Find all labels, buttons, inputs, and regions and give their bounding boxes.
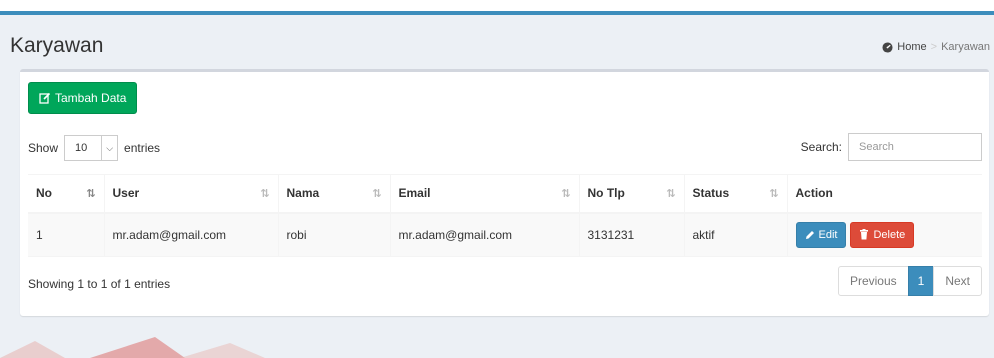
column-header-no[interactable]: No ⇅ <box>28 174 105 214</box>
pagination: Previous 1 Next <box>837 266 982 296</box>
column-label: No Tlp <box>587 186 625 201</box>
table-row: 1 mr.adam@gmail.com robi mr.adam@gmail.c… <box>28 212 982 257</box>
sort-icon: ⇅ <box>561 188 571 200</box>
add-data-button[interactable]: Tambah Data <box>28 82 138 114</box>
content-box: Tambah Data Show 10 ⌵ entries Search: Se… <box>20 69 989 316</box>
table-header-row: No ⇅ User ⇅ Nama ⇅ Email ⇅ No Tlp ⇅ Stat… <box>28 174 982 214</box>
cell-action: Edit Delete <box>787 212 982 257</box>
column-header-action: Action <box>787 174 982 214</box>
pencil-icon <box>805 231 814 239</box>
pagination-page[interactable]: 1 <box>907 266 935 296</box>
cell-email: mr.adam@gmail.com <box>390 212 580 257</box>
column-label: Status <box>692 186 730 201</box>
breadcrumb: Home > Karyawan <box>882 41 990 53</box>
entries-select[interactable]: 10 ⌵ <box>64 135 119 161</box>
column-label: No <box>36 186 52 201</box>
breadcrumb-separator: > <box>930 41 938 53</box>
column-label: Nama <box>286 186 320 201</box>
column-label: Action <box>795 186 833 201</box>
edit-icon <box>39 92 51 104</box>
pagination-previous[interactable]: Previous <box>837 266 909 296</box>
delete-button[interactable]: Delete <box>850 221 915 248</box>
breadcrumb-current: Karyawan <box>941 41 990 53</box>
dashboard-icon <box>882 41 893 53</box>
delete-label: Delete <box>873 228 906 241</box>
karyawan-table: No ⇅ User ⇅ Nama ⇅ Email ⇅ No Tlp ⇅ Stat… <box>28 174 982 257</box>
cell-nama: robi <box>278 212 391 257</box>
show-label: Show <box>28 141 59 155</box>
column-header-nama[interactable]: Nama ⇅ <box>278 174 391 214</box>
page-title: Karyawan <box>10 34 104 57</box>
entries-select-value: 10 <box>75 142 88 154</box>
sort-asc-icon: ⇅ <box>86 188 96 200</box>
watermark-decoration <box>0 337 265 358</box>
search-label: Search: <box>800 140 842 154</box>
cell-user: mr.adam@gmail.com <box>104 212 279 257</box>
breadcrumb-home[interactable]: Home <box>882 41 927 53</box>
cell-no: 1 <box>28 212 105 257</box>
column-header-status[interactable]: Status ⇅ <box>684 174 788 214</box>
sort-icon: ⇅ <box>260 188 270 200</box>
sort-icon: ⇅ <box>372 188 382 200</box>
edit-label: Edit <box>818 229 838 241</box>
trash-icon <box>860 229 869 240</box>
cell-status: aktif <box>684 212 788 257</box>
sort-icon: ⇅ <box>666 188 676 200</box>
chevron-down-icon: ⌵ <box>101 136 113 160</box>
entries-length-control: Show 10 ⌵ entries <box>28 135 160 161</box>
add-data-label: Tambah Data <box>55 91 127 105</box>
entries-label: entries <box>124 141 161 155</box>
column-header-email[interactable]: Email ⇅ <box>390 174 580 214</box>
cell-no-tlp: 3131231 <box>579 212 685 257</box>
column-label: Email <box>398 186 431 201</box>
column-header-no-tlp[interactable]: No Tlp ⇅ <box>579 174 685 214</box>
column-label: User <box>112 186 140 201</box>
search-control: Search: Search <box>801 133 982 161</box>
sort-icon: ⇅ <box>769 188 779 200</box>
breadcrumb-home-label: Home <box>897 41 927 53</box>
top-accent-line <box>0 11 994 15</box>
column-header-user[interactable]: User ⇅ <box>104 174 279 214</box>
table-info: Showing 1 to 1 of 1 entries <box>28 277 171 291</box>
search-input[interactable]: Search <box>848 133 982 161</box>
pagination-next[interactable]: Next <box>933 266 982 296</box>
edit-button[interactable]: Edit <box>795 222 847 248</box>
